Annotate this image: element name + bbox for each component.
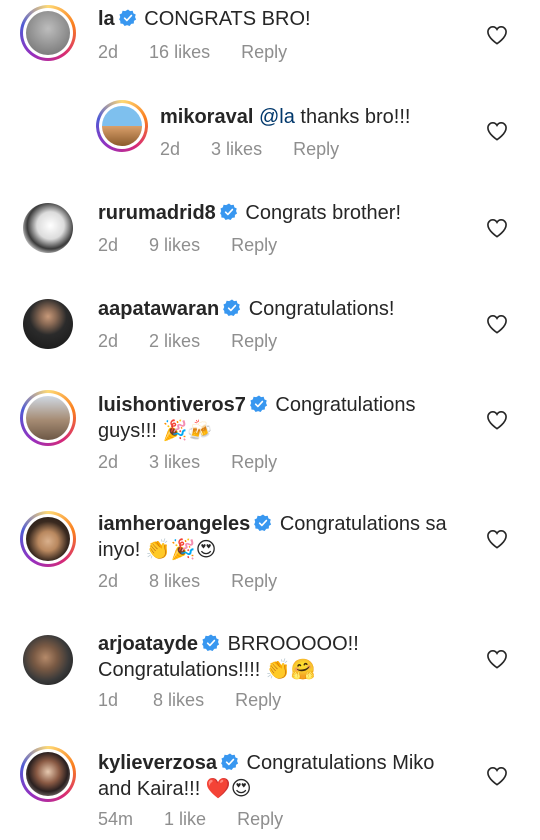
mention-link[interactable]: @la xyxy=(259,106,295,128)
heart-outline-icon[interactable] xyxy=(486,314,508,334)
comment-age: 2d xyxy=(98,235,119,255)
comment-age: 2d xyxy=(98,331,119,351)
avatar-story-ring[interactable] xyxy=(20,746,76,802)
avatar[interactable] xyxy=(20,632,76,688)
comment-age: 2d xyxy=(98,452,119,472)
comment-age: 2d xyxy=(98,571,119,591)
heart-outline-icon[interactable] xyxy=(486,25,508,45)
comment-text: CONGRATS BRO! xyxy=(144,8,311,30)
comment-age: 54m xyxy=(98,809,134,829)
comment-age: 2d xyxy=(160,139,181,159)
comment-reply-item: mikoraval @la thanks bro!!! 2d 3 likes R… xyxy=(0,95,540,190)
comment-text-continued: Congratulations!!!! 👏🤗 xyxy=(98,659,316,681)
comment-username[interactable]: iamheroangeles xyxy=(98,513,250,535)
comment-text: BRROOOOO!! xyxy=(227,633,359,655)
reply-button[interactable]: Reply xyxy=(235,690,281,711)
comment-item: la CONGRATS BRO! 2d 16 likes Reply xyxy=(0,0,540,95)
comment-likes[interactable]: 9 likes xyxy=(149,235,200,256)
verified-badge-icon xyxy=(223,299,241,317)
heart-outline-icon[interactable] xyxy=(486,121,508,141)
avatar-story-ring[interactable] xyxy=(20,390,76,446)
comment-likes[interactable]: 8 likes xyxy=(153,690,204,711)
comment-username[interactable]: arjoatayde xyxy=(98,633,198,655)
comment-item: luishontiveros7 Congratulations guys!!! … xyxy=(0,382,540,502)
verified-badge-icon xyxy=(202,634,220,652)
comment-item: iamheroangeles Congratulations sa inyo! … xyxy=(0,502,540,622)
comment-item: arjoatayde BRROOOOO!! Congratulations!!!… xyxy=(0,622,540,742)
avatar-story-ring[interactable] xyxy=(20,511,76,567)
reply-button[interactable]: Reply xyxy=(231,571,277,592)
comment-text-continued: inyo! 👏🎉😍 xyxy=(98,539,217,561)
reply-button[interactable]: Reply xyxy=(237,809,283,830)
comment-likes[interactable]: 1 like xyxy=(164,809,206,830)
avatar-story-ring[interactable] xyxy=(20,5,76,61)
avatar[interactable] xyxy=(20,200,76,256)
comment-text-continued: and Kaira!!! ❤️😍 xyxy=(98,778,252,800)
heart-outline-icon[interactable] xyxy=(486,766,508,786)
verified-badge-icon xyxy=(254,514,272,532)
comment-username[interactable]: luishontiveros7 xyxy=(98,394,246,416)
avatar xyxy=(26,752,70,796)
comment-age: 2d xyxy=(98,42,119,62)
comment-username[interactable]: la xyxy=(98,8,115,30)
verified-badge-icon xyxy=(250,395,268,413)
comment-likes[interactable]: 3 likes xyxy=(149,452,200,473)
comment-likes[interactable]: 3 likes xyxy=(211,139,262,160)
heart-outline-icon[interactable] xyxy=(486,218,508,238)
reply-button[interactable]: Reply xyxy=(231,452,277,473)
comment-item: rurumadrid8 Congrats brother! 2d 9 likes… xyxy=(0,190,540,286)
avatar xyxy=(26,11,70,55)
avatar xyxy=(26,396,70,440)
comment-text: Congratulations xyxy=(275,394,416,416)
avatar-story-ring[interactable] xyxy=(96,100,148,152)
reply-button[interactable]: Reply xyxy=(293,139,339,160)
reply-button[interactable]: Reply xyxy=(231,235,277,256)
avatar xyxy=(26,517,70,561)
comment-likes[interactable]: 2 likes xyxy=(149,331,200,352)
comment-username[interactable]: kylieverzosa xyxy=(98,752,217,774)
comment-likes[interactable]: 16 likes xyxy=(149,42,210,63)
avatar xyxy=(102,106,142,146)
comment-text-continued: guys!!! 🎉🍻 xyxy=(98,420,213,442)
heart-outline-icon[interactable] xyxy=(486,410,508,430)
comment-text: Congratulations! xyxy=(248,298,395,320)
heart-outline-icon[interactable] xyxy=(486,649,508,669)
reply-button[interactable]: Reply xyxy=(231,331,277,352)
comment-age: 1d xyxy=(98,690,119,710)
avatar[interactable] xyxy=(20,296,76,352)
comment-text: Congrats brother! xyxy=(245,202,402,224)
heart-outline-icon[interactable] xyxy=(486,529,508,549)
comment-username[interactable]: aapatawaran xyxy=(98,298,219,320)
comment-likes[interactable]: 8 likes xyxy=(149,571,200,592)
comment-item: kylieverzosa Congratulations Miko and Ka… xyxy=(0,742,540,840)
verified-badge-icon xyxy=(220,203,238,221)
comment-text: thanks bro!!! xyxy=(300,106,411,128)
verified-badge-icon xyxy=(119,9,137,27)
reply-button[interactable]: Reply xyxy=(241,42,287,63)
comment-text: Congratulations Miko xyxy=(246,752,435,774)
comment-username[interactable]: rurumadrid8 xyxy=(98,202,216,224)
comment-item: aapatawaran Congratulations! 2d 2 likes … xyxy=(0,286,540,382)
comment-username[interactable]: mikoraval xyxy=(160,106,253,128)
comment-text: Congratulations sa xyxy=(279,513,447,535)
verified-badge-icon xyxy=(221,753,239,771)
